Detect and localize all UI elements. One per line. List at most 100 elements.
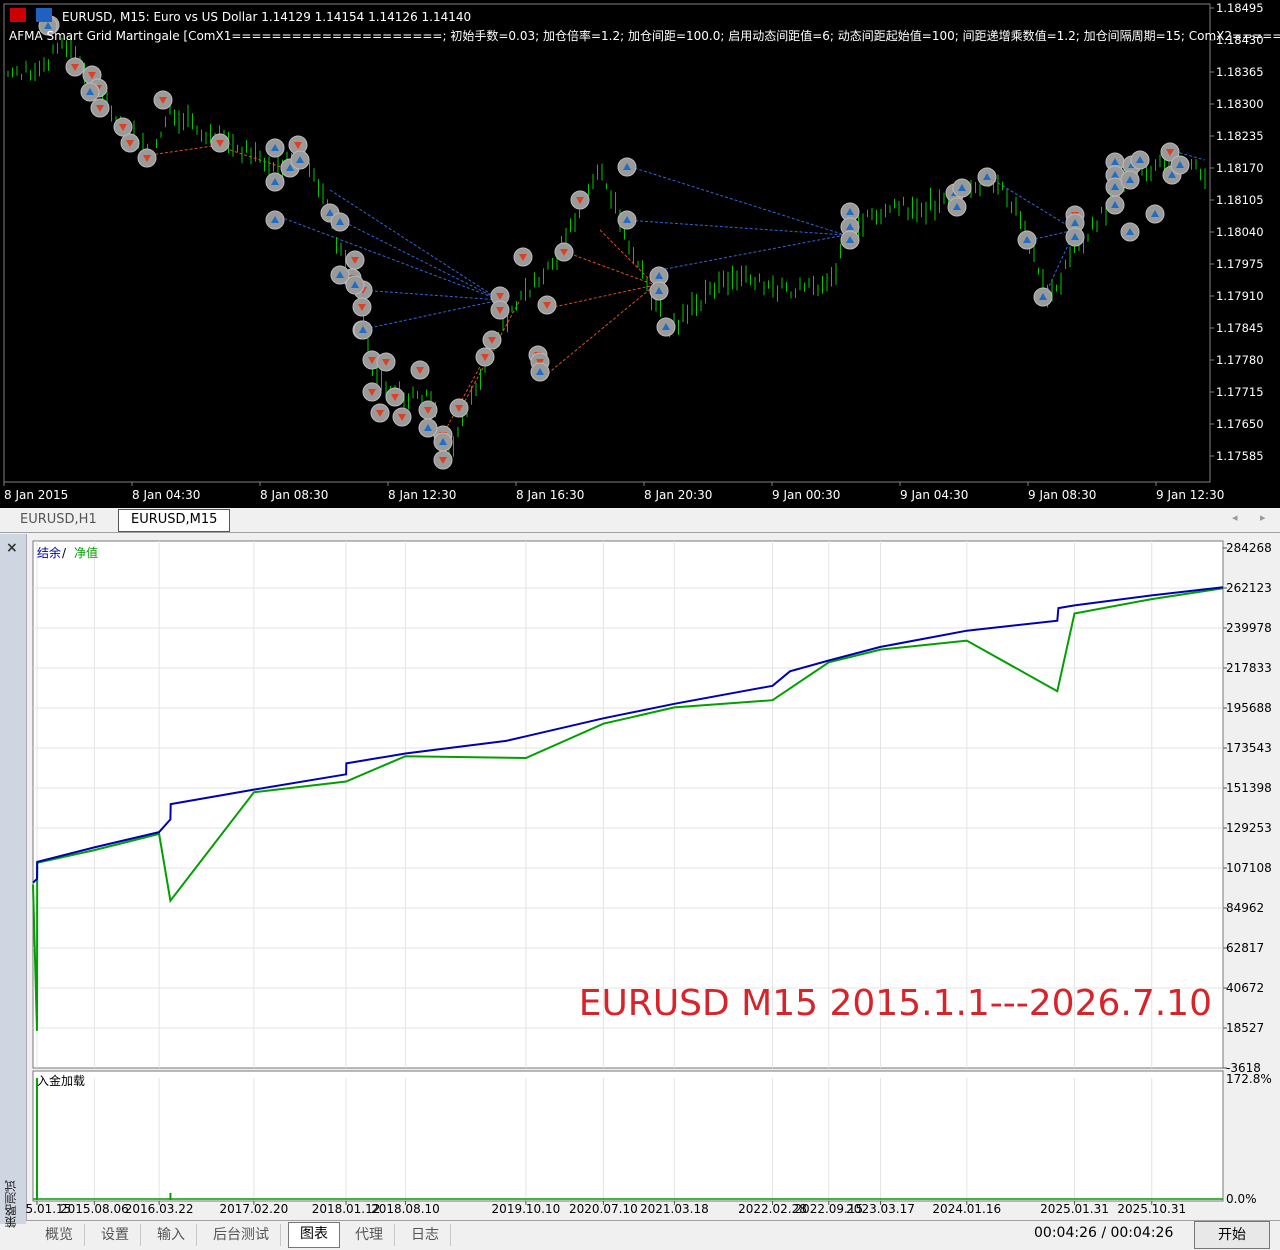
y-tick-label: 195688 [1226,701,1272,715]
buy-marker [418,418,438,438]
sell-marker [537,295,557,315]
start-button[interactable]: 开始 [1194,1221,1270,1249]
buy-marker [649,281,669,301]
price-label: 1.17975 [1216,257,1264,271]
tab-overview[interactable]: 概览 [34,1224,85,1246]
time-label: 9 Jan 00:30 [772,488,840,502]
y-axis: 284268 262123 239978 217833 195688 173543 1513… [1223,541,1272,1075]
tab-eurusd-h1[interactable]: EURUSD,H1 [8,510,109,530]
tab-eurusd-m15[interactable]: EURUSD,M15 [118,509,231,532]
price-chart-canvas[interactable]: 1.184951.184301.183651.183001.182351.181… [0,0,1280,508]
sell-grid-line [149,144,221,156]
x-tick-label: 2019.10.10 [492,1202,561,1216]
price-chart-window[interactable]: 1.18495 1.18430 1.18365 1.18300 1.18235 1.181… [0,0,1280,508]
time-axis: 8 Jan 2015 8 Jan 04:30 8 Jan 08:30 8 Jan 12… [3,482,1224,502]
time-label: 9 Jan 08:30 [1028,488,1096,502]
buy-marker [1120,170,1140,190]
close-icon[interactable]: × [6,540,18,556]
lower-axis-min: 0.0% [1226,1192,1257,1206]
price-axis: 1.184951.184301.183651.183001.182351.181… [1210,1,1264,463]
flag-icon [10,8,26,22]
buy-marker [952,178,972,198]
buy-marker [530,362,550,382]
price-label: 1.18300 [1216,97,1264,111]
sell-grid-line [599,229,656,286]
price-label: 1.18170 [1216,161,1264,175]
y-tick-label: 284268 [1226,541,1272,555]
tab-scroll-left-icon[interactable]: ◂ [1232,511,1238,524]
sell-marker [370,403,390,423]
time-label: 8 Jan 16:30 [516,488,584,502]
time-label: 9 Jan 12:30 [1156,488,1224,502]
y-tick-label: 239978 [1226,621,1272,635]
buy-grid-line [659,234,846,271]
tab-agents[interactable]: 代理 [344,1224,395,1246]
sell-marker [362,382,382,402]
sell-marker [410,360,430,380]
time-label: 9 Jan 04:30 [900,488,968,502]
time-label: 8 Jan 20:30 [644,488,712,502]
x-tick-label: 2025.10.31 [1117,1202,1186,1216]
chart-tab-bar: EURUSD,H1 EURUSD,M15 ◂ ▸ [0,508,1280,533]
buy-grid-line [359,299,501,331]
price-label: 1.17650 [1216,417,1264,431]
buy-marker [947,197,967,217]
sell-marker [554,242,574,262]
buy-marker [840,230,860,250]
sell-marker [120,133,140,153]
y-tick-label: 107108 [1226,861,1272,875]
price-label: 1.18040 [1216,225,1264,239]
sell-marker [433,450,453,470]
buy-grid-line [624,219,846,236]
x-tick-label: 2018.08.10 [371,1202,440,1216]
sell-marker [113,117,133,137]
sell-marker [153,90,173,110]
sell-marker [482,330,502,350]
buy-marker [290,150,310,170]
price-label: 1.17845 [1216,321,1264,335]
sell-marker [475,347,495,367]
lower-panel-title: 入金加载 [37,1073,85,1088]
x-tick-label: 2016.03.22 [125,1202,194,1216]
trade-markers [38,15,1190,470]
tab-scroll-right-icon[interactable]: ▸ [1260,511,1266,524]
tab-inputs[interactable]: 输入 [146,1224,197,1246]
tab-settings[interactable]: 设置 [90,1224,141,1246]
buy-marker [656,317,676,337]
sell-grid-line [539,284,656,311]
price-label: 1.17585 [1216,449,1264,463]
tab-graph[interactable]: 图表 [288,1222,340,1248]
price-label: 1.17715 [1216,385,1264,399]
y-tick-label: 84962 [1226,901,1264,915]
buy-marker [1065,227,1085,247]
x-tick-label: 2025.01.31 [1040,1202,1109,1216]
price-label: 1.18365 [1216,65,1264,79]
sell-marker [392,407,412,427]
indicator-params: AFMA Smart Grid Martingale [ComX1=======… [9,28,1280,43]
test-timer: 00:04:26 / 00:04:26 [1034,1225,1174,1241]
sell-marker [65,57,85,77]
tab-journal[interactable]: 日志 [400,1224,451,1246]
tester-side-strip [0,534,27,1224]
equity-chart[interactable]: 284268 262123 239978 217833 195688 173543 1513… [26,534,1280,1220]
x-tick-label: 2021.03.18 [640,1202,709,1216]
sell-marker [490,300,510,320]
buy-grid-line [624,164,846,236]
buy-marker [1033,287,1053,307]
price-label: 1.17780 [1216,353,1264,367]
price-label: 1.17910 [1216,289,1264,303]
sell-marker [570,190,590,210]
chart-mode-icon [36,8,52,22]
sell-marker [210,133,230,153]
sell-marker [90,98,110,118]
sell-marker [449,398,469,418]
buy-marker [433,432,453,452]
chart-symbol-info: EURUSD, M15: Euro vs US Dollar 1.14129 1… [62,10,471,24]
tab-background-test[interactable]: 后台测试 [202,1224,281,1246]
sell-marker [376,352,396,372]
time-label: 8 Jan 2015 [4,488,68,502]
x-tick-label: 2017.02.20 [220,1202,289,1216]
x-tick-label: 2015.08.06 [60,1202,129,1216]
overlay-caption: EURUSD M15 2015.1.1---2026.7.10 [579,983,1212,1024]
y-tick-label: 18527 [1226,1021,1264,1035]
